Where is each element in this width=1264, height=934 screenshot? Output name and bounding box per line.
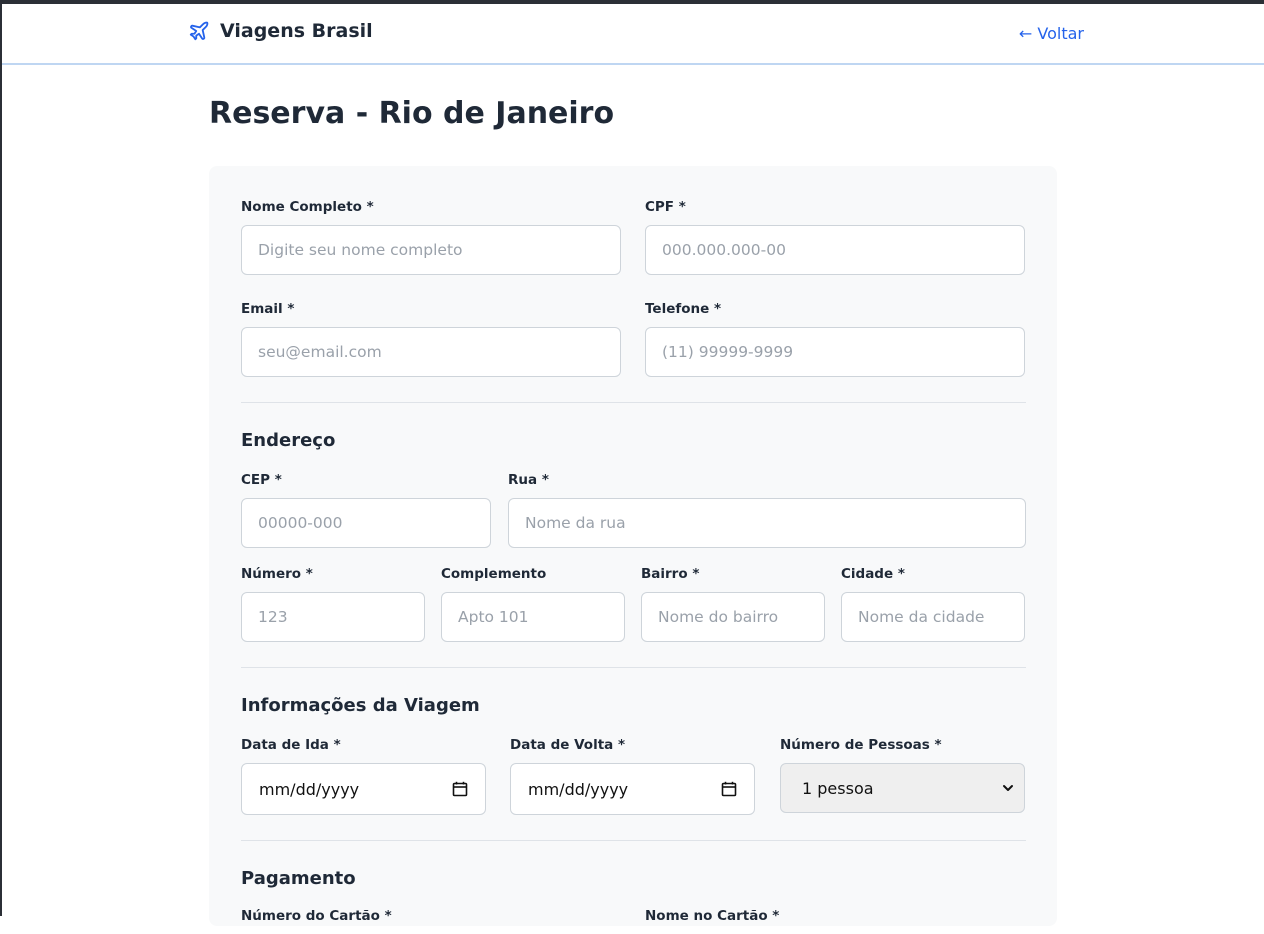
cep-label: CEP * [241,472,282,488]
departure-date-value: mm/dd/yyyy [259,779,360,799]
people-select[interactable]: 1 pessoa [780,763,1025,813]
payment-section-title: Pagamento [241,868,356,889]
card-number-label: Número do Cartão * [241,908,392,924]
brand-name: Viagens Brasil [220,20,373,42]
chevron-down-icon [1003,785,1013,791]
full-name-label: Nome Completo * [241,199,374,215]
district-input[interactable] [641,592,825,642]
return-date-label: Data de Volta * [510,737,626,753]
calendar-icon[interactable] [721,781,737,797]
cep-input[interactable] [241,498,491,548]
page-title: Reserva - Rio de Janeiro [209,96,615,131]
top-header: Viagens Brasil ← Voltar [2,4,1264,65]
card-number-field: Número do Cartão * [241,908,621,934]
section-divider [241,667,1026,668]
complement-label: Complemento [441,566,547,582]
back-link[interactable]: ← Voltar [1019,24,1084,43]
street-input[interactable] [508,498,1026,548]
number-label: Número * [241,566,313,582]
number-field: Número * [241,566,425,642]
complement-input[interactable] [441,592,625,642]
card-name-label: Nome no Cartão * [645,908,780,924]
city-label: Cidade * [841,566,905,582]
district-label: Bairro * [641,566,700,582]
cpf-input[interactable] [645,225,1025,275]
cpf-label: CPF * [645,199,686,215]
return-date-value: mm/dd/yyyy [528,779,629,799]
card-name-field: Nome no Cartão * [645,908,1025,934]
plane-icon [189,21,209,41]
email-input[interactable] [241,327,621,377]
booking-form: Nome Completo * CPF * Email * Telefone *… [209,166,1057,926]
phone-field: Telefone * [645,301,1025,377]
section-divider [241,402,1026,403]
cpf-field: CPF * [645,199,1025,275]
complement-field: Complemento [441,566,625,642]
full-name-input[interactable] [241,225,621,275]
trip-section-title: Informações da Viagem [241,695,480,716]
brand[interactable]: Viagens Brasil [188,20,373,42]
address-section-title: Endereço [241,430,336,451]
calendar-icon[interactable] [452,781,468,797]
cep-field: CEP * [241,472,491,548]
street-label: Rua * [508,472,549,488]
email-field: Email * [241,301,621,377]
phone-label: Telefone * [645,301,722,317]
number-input[interactable] [241,592,425,642]
return-date-field: Data de Volta * mm/dd/yyyy [510,737,755,815]
street-field: Rua * [508,472,1026,548]
people-field: Número de Pessoas * 1 pessoa [780,737,1025,813]
people-label: Número de Pessoas * [780,737,942,753]
people-select-value: 1 pessoa [802,778,874,798]
full-name-field: Nome Completo * [241,199,621,275]
return-date-input[interactable]: mm/dd/yyyy [510,763,755,815]
city-field: Cidade * [841,566,1025,642]
departure-date-field: Data de Ida * mm/dd/yyyy [241,737,486,815]
district-field: Bairro * [641,566,825,642]
section-divider [241,840,1026,841]
phone-input[interactable] [645,327,1025,377]
email-label: Email * [241,301,295,317]
departure-date-input[interactable]: mm/dd/yyyy [241,763,486,815]
departure-date-label: Data de Ida * [241,737,341,753]
city-input[interactable] [841,592,1025,642]
